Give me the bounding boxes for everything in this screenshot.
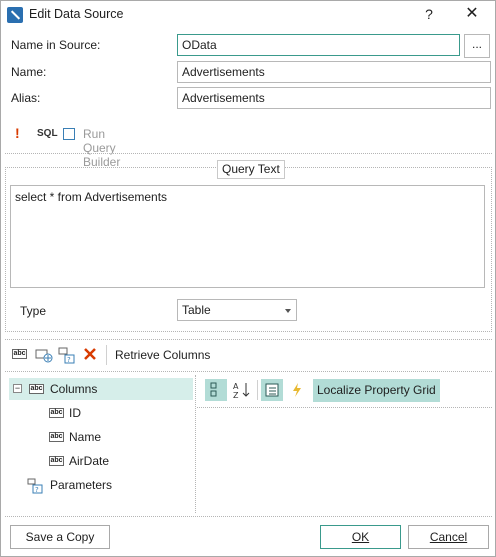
name-in-source-field[interactable]: OData	[177, 34, 460, 56]
divider	[195, 375, 196, 513]
svg-text:?: ?	[35, 486, 39, 494]
properties-icon[interactable]	[261, 379, 283, 401]
browse-button[interactable]: ...	[464, 34, 490, 58]
tree-node-label: AirDate	[69, 454, 110, 468]
alias-field[interactable]: Advertisements	[177, 87, 491, 109]
name-field[interactable]: Advertisements	[177, 61, 491, 83]
tree-node-parameters[interactable]: ? Parameters	[9, 474, 193, 496]
sql-icon[interactable]: SQL	[37, 128, 58, 139]
cancel-button[interactable]: Cancel	[408, 525, 489, 549]
tree-node-column[interactable]: abc AirDate	[9, 450, 193, 472]
sort-alphabetical-icon[interactable]: AZ	[231, 379, 253, 401]
alias-label: Alias:	[11, 91, 41, 105]
title-bar: Edit Data Source ? ✕	[1, 1, 495, 29]
tree-node-column[interactable]: abc Name	[9, 426, 193, 448]
close-button[interactable]: ✕	[461, 4, 483, 24]
add-parameter-icon[interactable]: ?	[58, 346, 75, 364]
toolbar-separator	[106, 345, 107, 365]
tree-node-label: ID	[69, 406, 81, 420]
query-text-caption: Query Text	[217, 160, 285, 179]
divider	[5, 516, 492, 517]
toolbar-separator	[257, 380, 258, 400]
collapse-icon[interactable]: −	[13, 384, 22, 393]
delete-icon[interactable]	[82, 346, 98, 362]
columns-toolbar: abc ? Retrieve Columns	[11, 345, 491, 365]
property-grid: AZ Localize Property Grid	[197, 377, 492, 513]
retrieve-columns-button[interactable]: Retrieve Columns	[115, 348, 210, 362]
cancel-label: Cancel	[429, 530, 468, 544]
divider	[5, 153, 492, 154]
tree-node-label: Parameters	[50, 478, 113, 492]
query-text-area[interactable]: select * from Advertisements	[10, 185, 485, 288]
tree-node-label: Name	[69, 430, 102, 444]
divider	[197, 407, 492, 408]
columns-tree: − abc Columns abc ID abc Name abc AirDat…	[9, 377, 195, 512]
svg-text:Z: Z	[233, 391, 239, 400]
help-button[interactable]: ?	[419, 4, 439, 24]
ok-button[interactable]: OK	[320, 525, 401, 549]
dialog-title: Edit Data Source	[29, 7, 124, 21]
categorized-icon[interactable]	[205, 379, 227, 401]
column-icon: abc	[49, 408, 64, 418]
type-dropdown-value: Table	[182, 303, 211, 317]
warning-icon[interactable]: !	[15, 125, 20, 141]
events-icon[interactable]	[287, 379, 307, 401]
column-icon: abc	[49, 432, 64, 442]
run-query-builder-button[interactable]: Run Query Builder	[83, 127, 120, 169]
type-dropdown[interactable]: Table	[177, 299, 297, 321]
name-label: Name:	[11, 65, 47, 79]
edit-data-source-dialog: Edit Data Source ? ✕ Name in Source: ODa…	[0, 0, 496, 557]
name-in-source-label: Name in Source:	[11, 38, 101, 52]
save-a-copy-button[interactable]: Save a Copy	[10, 525, 110, 549]
query-builder-icon	[63, 128, 75, 140]
svg-text:A: A	[233, 382, 239, 391]
add-column-icon[interactable]: abc	[12, 349, 27, 359]
type-label: Type	[20, 304, 47, 318]
divider	[5, 371, 492, 372]
add-calculated-column-icon[interactable]	[35, 346, 53, 363]
ok-label: OK	[351, 530, 370, 544]
svg-text:?: ?	[67, 356, 71, 364]
column-icon: abc	[49, 456, 64, 466]
tree-node-columns[interactable]: − abc Columns	[9, 378, 193, 400]
chevron-down-icon	[285, 309, 291, 313]
tree-node-column[interactable]: abc ID	[9, 402, 193, 424]
localize-property-grid-button[interactable]: Localize Property Grid	[313, 379, 440, 402]
app-icon	[7, 7, 23, 23]
parameters-icon: ?	[27, 477, 45, 502]
divider	[5, 339, 492, 340]
tree-node-label: Columns	[50, 382, 98, 396]
columns-icon: abc	[29, 384, 44, 394]
